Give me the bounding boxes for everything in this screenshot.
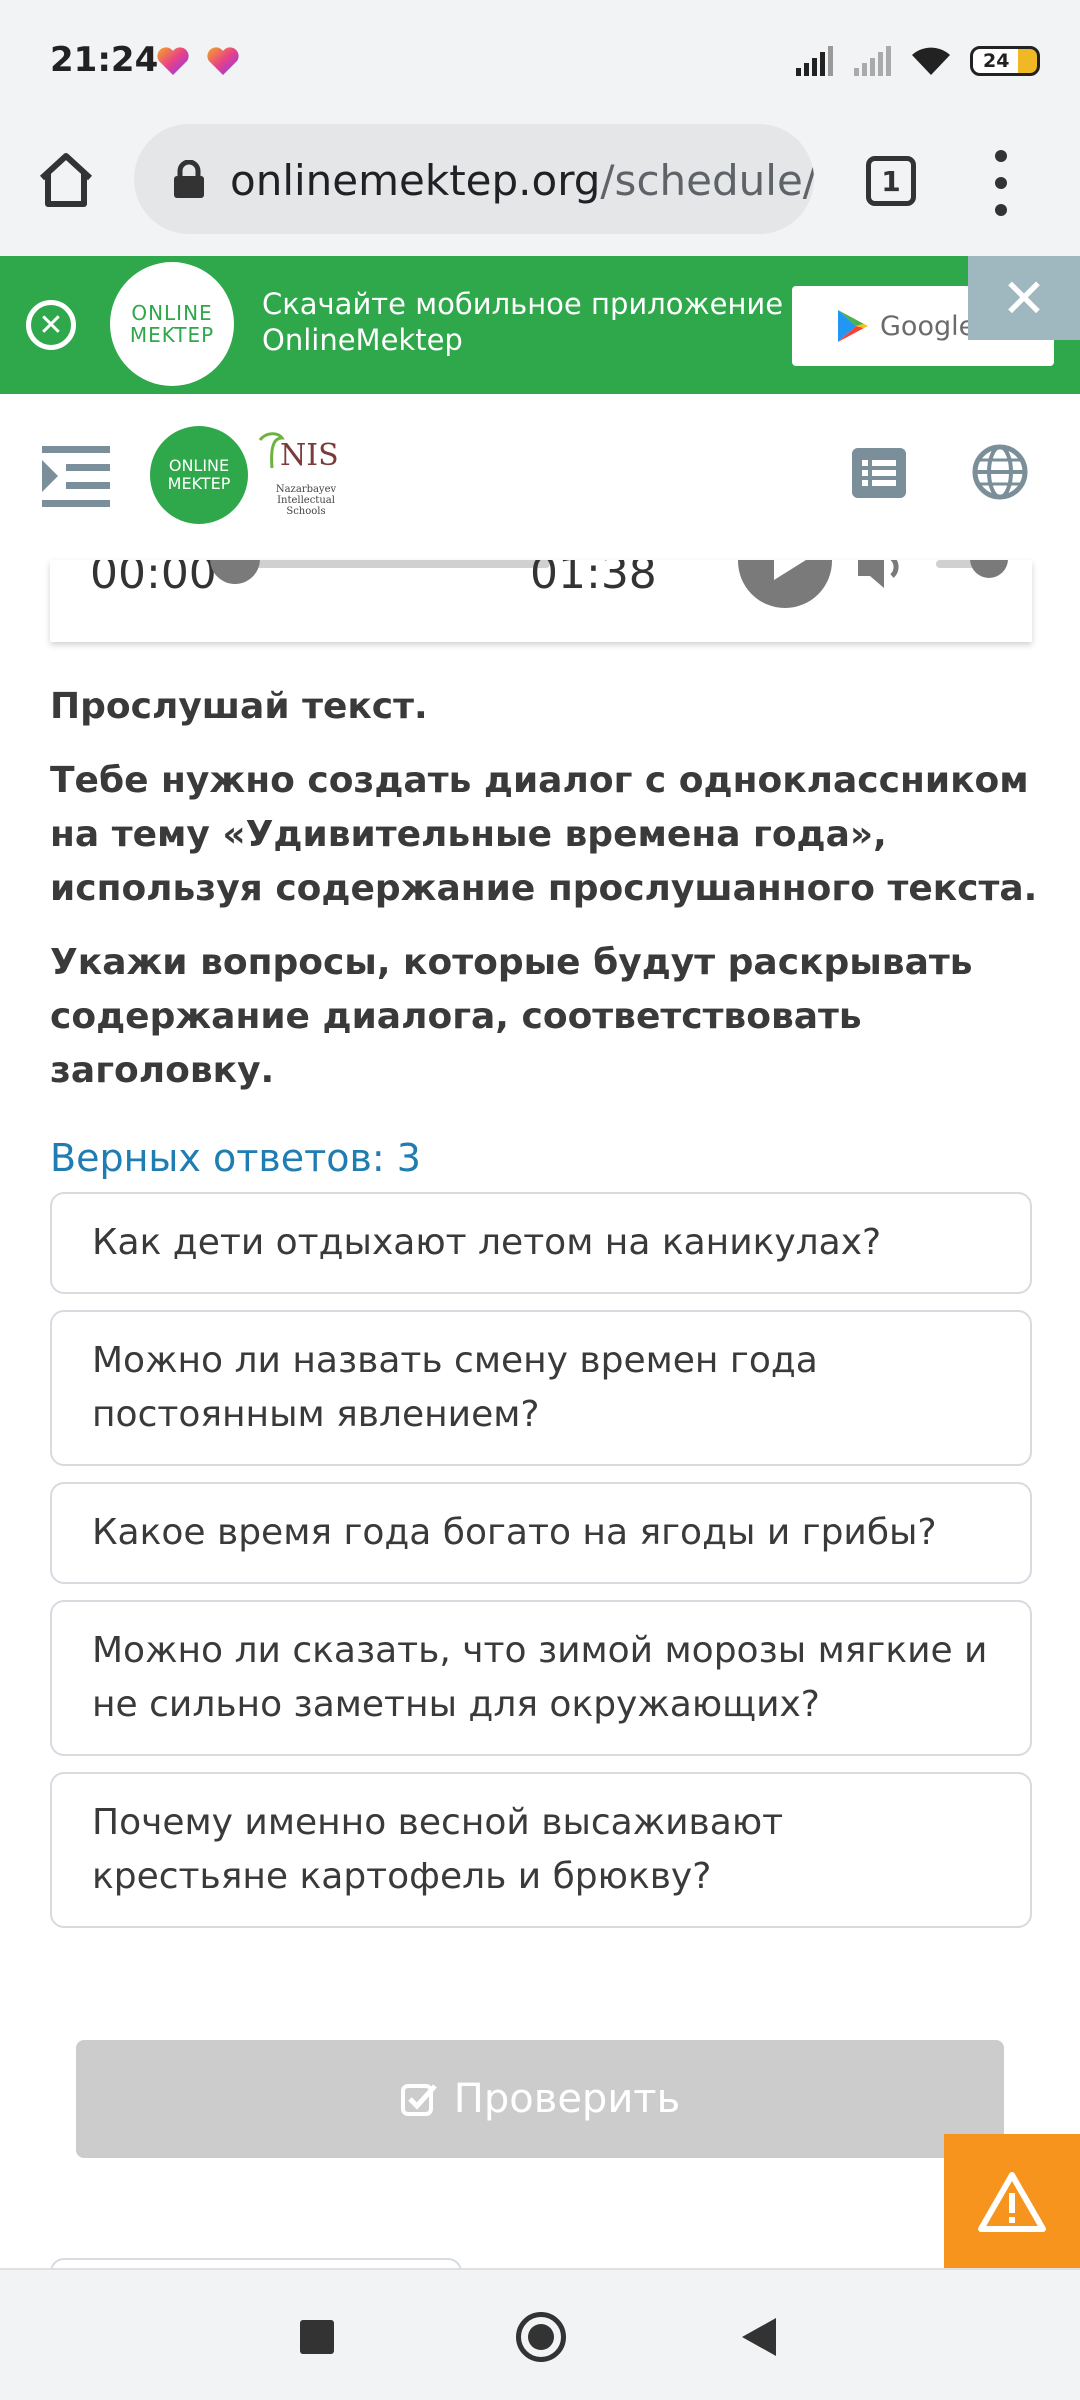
site-header: ONLINE MEKTEP NIS Nazarbayev Intellectua… [0, 394, 1080, 560]
play-button[interactable] [738, 560, 832, 608]
status-time: 21:24 [50, 40, 159, 80]
url-path: /schedule/ [600, 156, 814, 205]
app-promo-banner: ✕ ONLINE MEKTEP Скачайте мобильное прило… [0, 256, 1080, 394]
heart-icon [207, 47, 239, 75]
check-button[interactable]: Проверить [76, 2040, 1004, 2158]
address-bar[interactable]: onlinemektep.org/schedule/ [134, 124, 814, 234]
logo-line2: MEKTEP [167, 474, 231, 493]
signal-empty-icon [854, 46, 891, 76]
home-nav-icon[interactable] [516, 2312, 566, 2362]
menu-toggle-icon[interactable] [42, 444, 110, 508]
answer-option[interactable]: Можно ли сказать, что зимой морозы мягки… [50, 1600, 1032, 1756]
lock-icon [174, 160, 204, 198]
status-icons: 24 [794, 44, 1040, 78]
url-text: onlinemektep.org/schedule/ [230, 156, 814, 205]
promo-text: Скачайте мобильное приложение OnlineMekt… [262, 286, 783, 358]
audio-current-time: 00:00 [90, 560, 217, 599]
nis-text: NIS [280, 438, 339, 473]
checkbox-check-icon [400, 2084, 437, 2116]
onlinemektep-logo[interactable]: ONLINE MEKTEP [150, 426, 248, 524]
signal-icon [796, 46, 833, 76]
report-problem-button[interactable] [944, 2134, 1080, 2270]
google-play-icon [838, 310, 868, 342]
close-icon[interactable]: ✕ [26, 300, 76, 350]
status-bar: 21:24 24 [0, 0, 1080, 120]
volume-thumb[interactable] [970, 560, 1008, 578]
audio-duration: 01:38 [530, 560, 657, 599]
url-host: onlinemektep.org [230, 156, 601, 205]
wifi-icon [912, 47, 950, 75]
heart-icon [157, 47, 189, 75]
question-instruction: Укажи вопросы, которые будут раскрывать … [50, 942, 973, 1091]
system-nav-bar [0, 2268, 1080, 2400]
nis-subtitle: Nazarbayev Intellectual Schools [275, 484, 337, 517]
check-button-label: Проверить [453, 2076, 681, 2122]
logo-line1: ONLINE [168, 456, 230, 475]
battery-icon: 24 [970, 46, 1040, 76]
dismiss-promo-button[interactable]: ✕ [968, 256, 1080, 340]
tab-switcher-button[interactable]: 1 [866, 156, 916, 206]
question-task: Тебе нужно создать диалог с одноклассник… [50, 760, 1038, 909]
nis-logo: NIS Nazarbayev Intellectual Schools [256, 430, 346, 530]
warning-icon [978, 2172, 1046, 2232]
answer-option[interactable]: Можно ли назвать смену времен года посто… [50, 1310, 1032, 1466]
schedule-list-icon[interactable] [852, 448, 906, 498]
onlinemektep-logo: ONLINE MEKTEP [110, 262, 234, 386]
answer-option[interactable]: Какое время года богато на ягоды и грибы… [50, 1482, 1032, 1584]
promo-text-line1: Скачайте мобильное приложение [262, 287, 784, 321]
answer-option[interactable]: Почему именно весной высаживают крестьян… [50, 1772, 1032, 1928]
recents-icon[interactable] [300, 2320, 334, 2354]
audio-progress-track[interactable] [234, 560, 550, 568]
browser-toolbar: onlinemektep.org/schedule/ 1 [0, 120, 1080, 256]
answer-option[interactable]: Как дети отдыхают летом на каникулах? [50, 1192, 1032, 1294]
logo-line1: ONLINE [131, 301, 213, 325]
back-icon[interactable] [742, 2318, 776, 2356]
audio-progress-thumb[interactable] [210, 560, 260, 584]
question-intro: Прослушай текст. [50, 686, 428, 727]
volume-icon[interactable] [856, 560, 910, 592]
home-icon[interactable] [36, 150, 96, 210]
globe-icon[interactable] [972, 444, 1028, 500]
correct-answers-count: Верных ответов: 3 [50, 1136, 421, 1180]
promo-text-line2: OnlineMektep [262, 323, 463, 357]
logo-line2: MEKTEP [129, 323, 215, 347]
audio-player: 00:00 01:38 [50, 560, 1032, 642]
answer-options: Как дети отдыхают летом на каникулах? Мо… [50, 1192, 1032, 1944]
browser-menu-icon[interactable] [986, 150, 1016, 216]
